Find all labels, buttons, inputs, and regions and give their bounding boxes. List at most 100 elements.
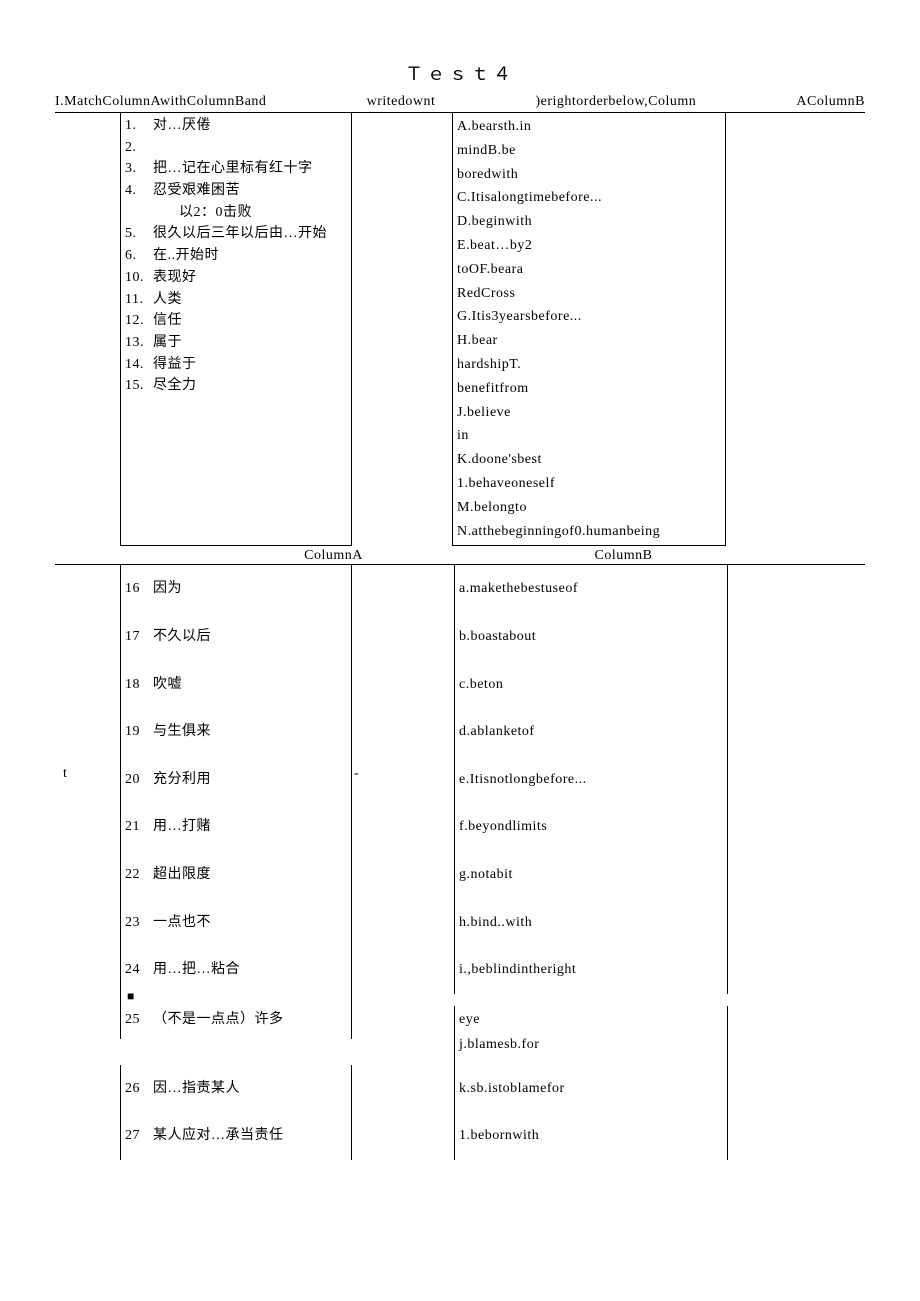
item-text: 以2：0击败 [153,202,347,224]
list-item: 2. [125,137,347,159]
page-title: Ｔｅｓｔ４ [55,60,865,86]
list-item: G.Itis3yearsbefore... [457,305,721,329]
list-item: 3.把…记在心里标有红十字 [125,158,347,180]
list-item: N.atthebeginningof0.humanbeing [457,520,721,544]
item-text: 某人应对…承当责任 [153,1126,284,1146]
row-prefix [55,1112,120,1122]
item-text: 对…厌倦 [153,115,347,137]
instr-1: I.MatchColumnAwithColumnBand [55,94,266,110]
gap [352,565,454,575]
col-a-cell: 27某人应对…承当责任 [120,1112,352,1160]
list-item: 10.表现好 [125,267,347,289]
header-col-a: ColumnA [185,548,482,564]
item-text: b.boastabout [459,617,723,657]
item-number: 5. [125,223,153,245]
col-b-cell: e.Itisnotlongbefore... [454,756,728,804]
col-b-cell: i.,beblindintheright [454,946,728,994]
row-prefix [55,708,120,718]
instr-3: )erightorderbelow,Column [535,94,696,110]
item-text: k.sb.istoblamefor [459,1069,723,1109]
item-text: g.notabit [459,855,723,895]
list-item: 以2：0击败 [125,202,347,224]
item-text: 与生俱来 [153,722,211,742]
item-number: 10. [125,267,153,289]
item-text: 把…记在心里标有红十字 [153,158,347,180]
col-b-cell: h.bind..with [454,899,728,947]
table-row: 17不久以后 b.boastabout [55,613,865,661]
list-item: 15.尽全力 [125,375,347,397]
col-b-cell: g.notabit [454,851,728,899]
square-icon: ■ [125,990,347,1002]
col-b-cell: 1.bebornwith [454,1112,728,1160]
col-a-cell: 22超出限度 [120,851,352,899]
list-item: E.beat…by2 [457,234,721,258]
item-text: 吹嘘 [153,675,182,695]
col-a-cell: 16因为 [120,565,352,613]
gap [352,1065,454,1075]
row-prefix [55,851,120,861]
row-prefix [55,946,120,956]
col-a-cell: 26因…指责某人 [120,1065,352,1113]
item-number: 12. [125,310,153,332]
item-text: 一点也不 [153,913,211,933]
row-prefix [55,661,120,671]
item-number: 24 [125,960,153,980]
item-number: 22 [125,865,153,885]
item-text: 因为 [153,579,182,599]
item-text: 信任 [153,310,347,332]
gap [352,1006,454,1016]
col-a-cell: 18吹嘘 [120,661,352,709]
gap [352,946,454,956]
item-number: 4. [125,180,153,202]
item-text: 1.bebornwith [459,1116,723,1156]
item-text: 很久以后三年以后由…开始 [153,223,347,245]
item-text: 表现好 [153,267,347,289]
instruction-line: I.MatchColumnAwithColumnBand writedownt … [55,94,865,113]
header-col-b: ColumnB [482,548,865,564]
item-text: eye [459,1010,723,1036]
item-number: 19 [125,722,153,742]
gap [352,613,454,623]
gap [352,661,454,671]
item-number: 11. [125,289,153,311]
gap [352,803,454,813]
instr-4: AColumnB [796,94,865,110]
item-number: 26 [125,1079,153,1099]
list-item: in [457,424,721,448]
table-row: 18吹嘘 c.beton [55,661,865,709]
list-item: hardshipT. [457,353,721,377]
item-text: 不久以后 [153,627,211,647]
item-text: f.beyondlimits [459,807,723,847]
col-a-cell: 21用…打赌 [120,803,352,851]
table-row: 16因为 a.makethebestuseof [55,565,865,613]
col-a-cell: 19与生俱来 [120,708,352,756]
list-item: benefitfrom [457,377,721,401]
list-item: J.believe [457,401,721,425]
col-b-cell: a.makethebestuseof [454,565,728,613]
item-text: j.blamesb.for [459,1035,723,1061]
item-text: 人类 [153,289,347,311]
list-item: 1.behaveoneself [457,472,721,496]
table-row: 21用…打赌 f.beyondlimits [55,803,865,851]
table-row: 19与生俱来 d.ablanketof [55,708,865,756]
item-number: 17 [125,627,153,647]
row-prefix [55,613,120,623]
list-item: mindB.be [457,139,721,163]
col-a-cell: 17不久以后 [120,613,352,661]
item-number: 2. [125,137,153,159]
col-a-cell: 20充分利用 [120,756,352,804]
col-b-cell: c.beton [454,661,728,709]
section1: 1.对…厌倦2.3.把…记在心里标有红十字4.忍受艰难困苦 以2：0击败5.很久… [55,113,865,546]
item-number: 1. [125,115,153,137]
item-number: 16 [125,579,153,599]
list-item: toOF.beara [457,258,721,282]
gap [352,851,454,861]
item-text: 用…打赌 [153,817,211,837]
list-item: H.bear [457,329,721,353]
list-item: boredwith [457,163,721,187]
item-number: 14. [125,354,153,376]
item-text: i.,beblindintheright [459,950,723,990]
item-text: d.ablanketof [459,712,723,752]
list-item: A.bearsth.in [457,115,721,139]
table-row: t20充分利用-e.Itisnotlongbefore... [55,756,865,804]
